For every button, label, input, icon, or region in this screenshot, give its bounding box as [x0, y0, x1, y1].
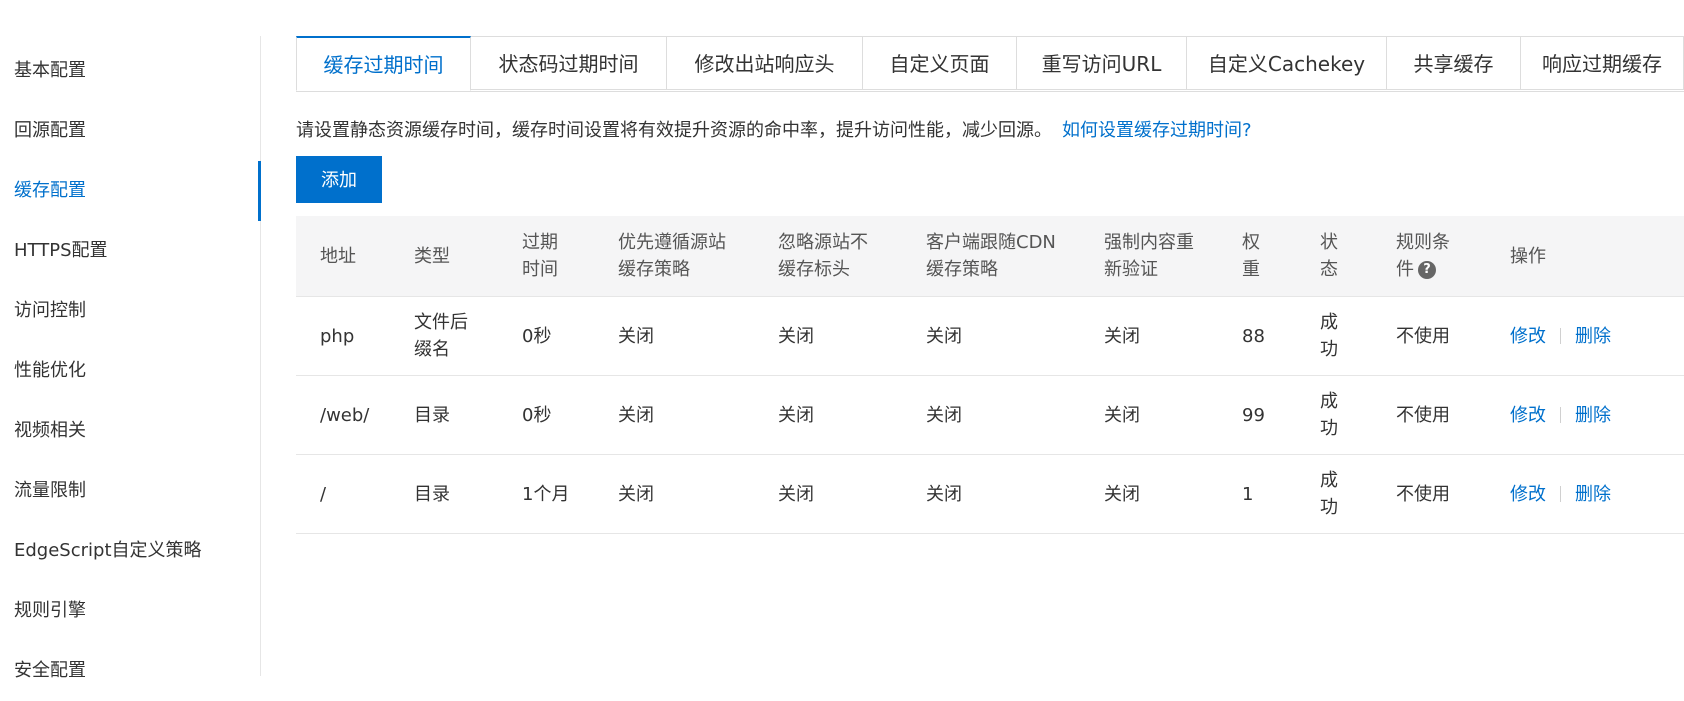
- delete-link[interactable]: 删除: [1575, 402, 1611, 429]
- tab-cache-expiry[interactable]: 缓存过期时间: [296, 36, 471, 91]
- sidebar-item-cache[interactable]: 缓存配置: [14, 161, 261, 221]
- action-divider: [1560, 328, 1561, 344]
- sidebar-item-access-control[interactable]: 访问控制: [14, 281, 260, 341]
- cell-follow-origin: 关闭: [618, 483, 654, 505]
- tab-rewrite-url[interactable]: 重写访问URL: [1017, 36, 1187, 90]
- cell-address: php: [320, 325, 355, 347]
- sidebar-item-basic[interactable]: 基本配置: [14, 41, 260, 101]
- sidebar-nav: 基本配置 回源配置 缓存配置 HTTPS配置 访问控制 性能优化 视频相关 流量…: [0, 36, 261, 681]
- cell-client-follow-cdn: 关闭: [926, 325, 962, 347]
- header-rule-condition: 规则条件?: [1396, 232, 1450, 280]
- table-row: php 文件后 缀名 0秒 关闭 关闭 关闭 关闭 88 成功 不使用 修改 删除: [296, 297, 1684, 376]
- cell-follow-origin: 关闭: [618, 404, 654, 426]
- description-text: 请设置静态资源缓存时间，缓存时间设置将有效提升资源的命中率，提升访问性能，减少回…: [296, 120, 1052, 141]
- header-follow-origin: 优先遵循源站 缓存策略: [618, 232, 726, 280]
- cell-address: /web/: [320, 404, 370, 426]
- cell-type: 目录: [414, 404, 450, 426]
- edit-link[interactable]: 修改: [1510, 402, 1546, 429]
- header-weight: 权重: [1242, 232, 1260, 280]
- cell-expire: 1个月: [522, 483, 570, 505]
- cell-status: 成功: [1320, 391, 1338, 439]
- cell-force-revalidate: 关闭: [1104, 325, 1140, 347]
- sidebar-item-traffic-limit[interactable]: 流量限制: [14, 461, 260, 521]
- sidebar-item-origin[interactable]: 回源配置: [14, 101, 260, 161]
- cell-force-revalidate: 关闭: [1104, 404, 1140, 426]
- cell-follow-origin: 关闭: [618, 325, 654, 347]
- tab-custom-page[interactable]: 自定义页面: [863, 36, 1017, 90]
- cell-weight: 88: [1242, 325, 1265, 347]
- cell-force-revalidate: 关闭: [1104, 483, 1140, 505]
- cell-expire: 0秒: [522, 325, 552, 347]
- cell-status: 成功: [1320, 470, 1338, 518]
- header-status: 状态: [1320, 232, 1338, 280]
- header-type: 类型: [414, 245, 450, 267]
- sidebar-item-edgescript[interactable]: EdgeScript自定义策略: [14, 521, 260, 581]
- cell-actions: 修改 删除: [1510, 297, 1611, 375]
- tab-custom-cachekey[interactable]: 自定义Cachekey: [1187, 36, 1387, 90]
- sidebar-item-security[interactable]: 安全配置: [14, 641, 260, 701]
- cell-ignore-nocache: 关闭: [778, 483, 814, 505]
- header-force-revalidate: 强制内容重 新验证: [1104, 232, 1194, 280]
- tab-status-code-expiry[interactable]: 状态码过期时间: [471, 36, 667, 90]
- tab-stale-cache[interactable]: 响应过期缓存: [1521, 36, 1684, 90]
- edit-link[interactable]: 修改: [1510, 323, 1546, 350]
- header-ignore-nocache: 忽略源站不 缓存标头: [778, 232, 868, 280]
- sidebar-item-video[interactable]: 视频相关: [14, 401, 260, 461]
- add-button[interactable]: 添加: [296, 156, 382, 203]
- cell-status: 成功: [1320, 312, 1338, 360]
- table-row: /web/ 目录 0秒 关闭 关闭 关闭 关闭 99 成功 不使用 修改 删除: [296, 376, 1684, 455]
- description: 请设置静态资源缓存时间，缓存时间设置将有效提升资源的命中率，提升访问性能，减少回…: [296, 116, 1252, 142]
- table-row: / 目录 1个月 关闭 关闭 关闭 关闭 1 成功 不使用 修改 删除: [296, 455, 1684, 534]
- cell-type: 文件后 缀名: [414, 312, 468, 360]
- tab-shared-cache[interactable]: 共享缓存: [1387, 36, 1521, 90]
- cell-ignore-nocache: 关闭: [778, 325, 814, 347]
- header-action: 操作: [1510, 245, 1546, 267]
- cell-actions: 修改 删除: [1510, 455, 1611, 533]
- help-icon[interactable]: ?: [1418, 261, 1436, 279]
- delete-link[interactable]: 删除: [1575, 481, 1611, 508]
- header-expire: 过期 时间: [522, 232, 558, 280]
- cell-rule-condition: 不使用: [1396, 404, 1450, 426]
- table-header: 地址 类型 过期 时间 优先遵循源站 缓存策略 忽略源站不 缓存标头 客户端跟随CDN…: [296, 216, 1684, 297]
- cell-expire: 0秒: [522, 404, 552, 426]
- cell-client-follow-cdn: 关闭: [926, 404, 962, 426]
- edit-link[interactable]: 修改: [1510, 481, 1546, 508]
- help-link[interactable]: 如何设置缓存过期时间?: [1062, 120, 1252, 141]
- sidebar-item-performance[interactable]: 性能优化: [14, 341, 260, 401]
- config-tabs: 缓存过期时间 状态码过期时间 修改出站响应头 自定义页面 重写访问URL 自定义…: [296, 36, 1684, 92]
- delete-link[interactable]: 删除: [1575, 323, 1611, 350]
- cell-rule-condition: 不使用: [1396, 325, 1450, 347]
- header-address: 地址: [320, 245, 356, 267]
- cell-weight: 99: [1242, 404, 1265, 426]
- cell-client-follow-cdn: 关闭: [926, 483, 962, 505]
- header-client-follow-cdn: 客户端跟随CDN 缓存策略: [926, 232, 1056, 280]
- cell-ignore-nocache: 关闭: [778, 404, 814, 426]
- cell-type: 目录: [414, 483, 450, 505]
- cell-address: /: [320, 483, 327, 505]
- sidebar-item-https[interactable]: HTTPS配置: [14, 221, 260, 281]
- tab-response-headers[interactable]: 修改出站响应头: [667, 36, 863, 90]
- cell-weight: 1: [1242, 483, 1254, 505]
- cell-rule-condition: 不使用: [1396, 483, 1450, 505]
- cell-actions: 修改 删除: [1510, 376, 1611, 454]
- sidebar-item-rule-engine[interactable]: 规则引擎: [14, 581, 260, 641]
- action-divider: [1560, 407, 1561, 423]
- action-divider: [1560, 486, 1561, 502]
